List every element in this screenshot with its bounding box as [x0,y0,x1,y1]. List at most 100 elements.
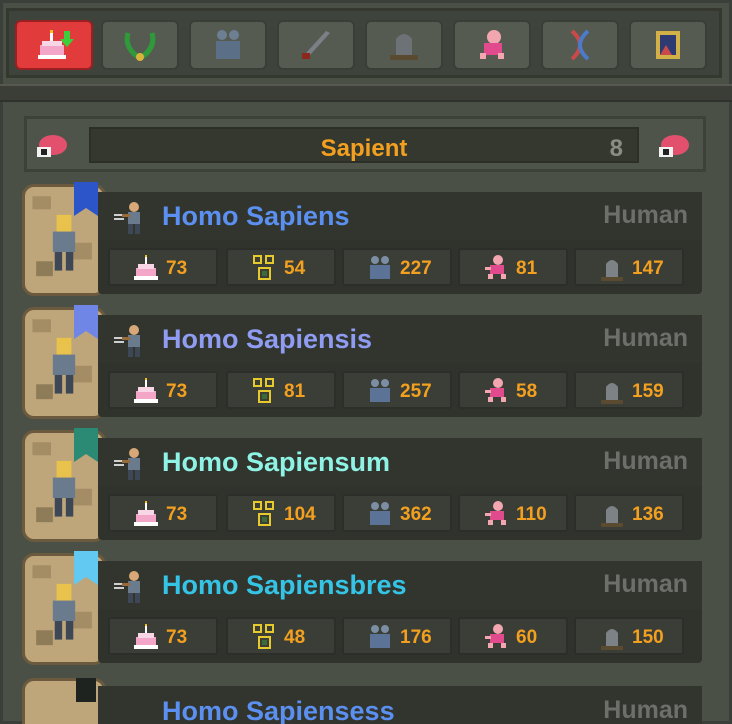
gravestone-icon [601,506,623,527]
stat-value: 73 [166,381,188,402]
family-tree-icon [253,378,274,403]
warrior-unit-icon [114,571,140,603]
family-tree-icon [253,255,274,280]
tab-genes[interactable] [541,20,619,70]
stat-cell[interactable]: 81 [226,371,336,409]
category-header: Sapient 8 [24,116,706,172]
species-stats: 73 81 257 58 159 [108,371,694,409]
species-panel: Homo Sapiensis Human 73 81 257 58 159 [98,315,702,417]
stat-value: 48 [284,627,306,648]
brain-icon [659,135,689,157]
tab-deaths[interactable] [365,20,443,70]
banner-flag [74,305,98,339]
species-row[interactable]: Homo Sapiensis Human 73 81 257 58 159 [22,305,704,421]
species-row[interactable]: Homo Sapiensbres Human 73 48 176 60 150 [22,551,704,667]
stat-value: 147 [632,258,664,279]
category-count: 8 [609,135,623,162]
tab-achievements[interactable] [101,20,179,70]
stat-cell[interactable]: 159 [574,371,684,409]
stat-value: 73 [166,627,188,648]
banner-flag [74,551,98,585]
tab-pig[interactable] [453,20,531,70]
stat-cell[interactable]: 362 [342,494,452,532]
species-panel: Homo Sapiens Human 73 54 227 81 147 [98,192,702,294]
population-icon [370,502,390,525]
species-name: Homo Sapiensess [162,696,395,724]
stat-cell[interactable]: 73 [108,494,218,532]
stat-value: 176 [400,627,432,648]
gravestone-icon [601,260,623,281]
section-divider [0,84,732,102]
warrior-unit-icon [114,202,140,234]
stat-value: 58 [516,381,538,402]
stat-cell[interactable]: 257 [342,371,452,409]
stat-cell[interactable]: 54 [226,248,336,286]
species-panel: Homo Sapiensum Human 73 104 362 110 136 [98,438,702,540]
dancing-pig-icon [485,624,506,648]
stat-value: 227 [400,258,432,279]
species-row[interactable]: Homo Sapiens Human 73 54 227 81 147 [22,182,704,298]
population-icon [370,256,390,279]
stat-cell[interactable]: 73 [108,617,218,655]
stat-cell[interactable]: 60 [458,617,568,655]
dna-icon [570,29,590,61]
species-race: Human [603,324,688,352]
stat-cell[interactable]: 104 [226,494,336,532]
banner-flag [74,428,98,462]
species-stats: 73 54 227 81 147 [108,248,694,286]
stat-cell[interactable]: 176 [342,617,452,655]
stat-cell[interactable]: 110 [458,494,568,532]
species-race: Human [603,201,688,229]
species-race: Human [603,447,688,475]
stat-value: 73 [166,258,188,279]
stat-cell[interactable]: 73 [108,248,218,286]
stat-value: 159 [632,381,664,402]
species-row[interactable]: Homo Sapiensum Human 73 104 362 110 136 [22,428,704,544]
stat-value: 136 [632,504,664,525]
laurel-wreath-icon [124,32,156,61]
partial-species-row[interactable]: Homo Sapiensess Human [22,678,704,724]
tab-age[interactable] [15,20,93,70]
header-bar: Sapient 8 [89,127,639,163]
species-race: Human [603,696,688,724]
stat-value: 150 [632,627,664,648]
gravestone-icon [601,383,623,404]
stat-cell[interactable]: 73 [108,371,218,409]
species-panel: Homo Sapiensess Human [98,686,702,724]
stat-cell[interactable]: 150 [574,617,684,655]
population-icon [216,30,240,59]
dancing-pig-icon [485,378,506,402]
family-tree-icon [253,624,274,649]
banner-flag [76,678,96,702]
stat-cell[interactable]: 58 [458,371,568,409]
stat-cell[interactable]: 147 [574,248,684,286]
population-icon [370,625,390,648]
cake-icon [134,624,158,649]
dancing-pig-icon [485,501,506,525]
cake-icon [134,255,158,280]
stat-cell[interactable]: 227 [342,248,452,286]
species-stats: 73 48 176 60 150 [108,617,694,655]
species-name: Homo Sapiensum [162,447,391,477]
tab-gallery[interactable] [629,20,707,70]
tab-bar [6,8,722,78]
stat-value: 54 [284,258,306,279]
stat-cell[interactable]: 48 [226,617,336,655]
tab-kills[interactable] [277,20,355,70]
category-title: Sapient [320,135,408,162]
stat-cell[interactable]: 136 [574,494,684,532]
species-name: Homo Sapiensis [162,324,373,354]
cake-age-icon [38,30,74,59]
stat-value: 110 [516,504,547,525]
sword-icon [302,31,330,59]
warrior-unit-icon [114,325,140,357]
species-stats: 73 104 362 110 136 [108,494,694,532]
framed-picture-icon [656,31,680,59]
stat-value: 81 [516,258,538,279]
population-icon [370,379,390,402]
stat-cell[interactable]: 81 [458,248,568,286]
dancing-pig-icon [480,30,504,59]
warrior-unit-icon [114,448,140,480]
brain-icon [37,135,67,157]
tab-population[interactable] [189,20,267,70]
